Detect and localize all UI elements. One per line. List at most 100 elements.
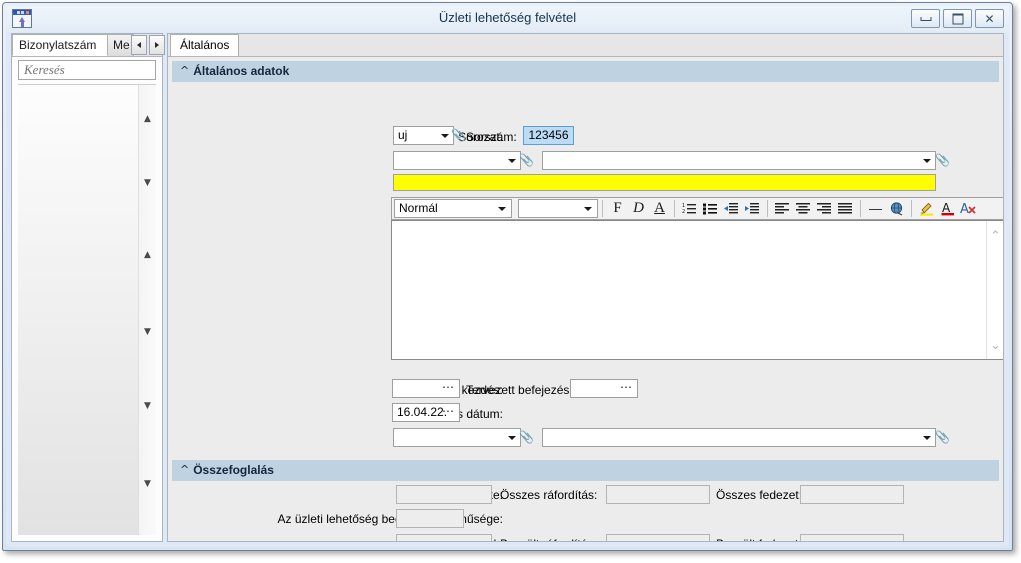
decrease-indent-icon[interactable]: [721, 199, 742, 219]
attachment-clip-icon-temaszam[interactable]: 📎: [519, 429, 534, 446]
search-input[interactable]: [19, 61, 155, 79]
sidebar-scrollbar[interactable]: ▲ ▼ ▲ ▼ ▼ ▼: [138, 85, 156, 535]
field-megrendelo-name[interactable]: [542, 151, 936, 170]
field-tervezett-kezdes[interactable]: ⋯: [392, 379, 460, 398]
svg-text:A: A: [942, 201, 951, 215]
tab-next-button[interactable]: [149, 35, 165, 55]
italic-icon[interactable]: D: [628, 199, 649, 219]
align-justify-icon[interactable]: [835, 199, 856, 219]
label-becsult-raforditas: Becsült ráfordítás:: [500, 537, 597, 541]
clear-formatting-icon[interactable]: A: [958, 199, 979, 219]
editor-scrollbar[interactable]: ⌃ ⌄: [986, 221, 1003, 359]
field-nev[interactable]: [393, 174, 936, 191]
value-rogzites-datum: 16.04.22.: [397, 405, 448, 419]
field-valoszinuseg[interactable]: [396, 509, 464, 528]
highlight-color-icon[interactable]: [916, 199, 937, 219]
tab-altalanos[interactable]: Általános: [170, 34, 240, 56]
collapse-chevron-icon: ^: [180, 463, 190, 476]
chevron-down-icon[interactable]: [584, 206, 592, 211]
align-left-icon[interactable]: [772, 199, 793, 219]
close-icon: ✕: [984, 11, 995, 26]
chevron-down-icon[interactable]: [508, 158, 516, 163]
section-header-general[interactable]: ^ Általános adatok: [172, 61, 999, 82]
toolbar-separator: [674, 200, 675, 217]
sidebar-tab-me[interactable]: Me: [106, 34, 134, 56]
editor-toolbar: Normál F D A 1 2 — A A: [391, 197, 1003, 220]
label-becsult-fedezet: Becsült fedezet:: [716, 537, 801, 541]
field-megrendelo-code[interactable]: [393, 151, 521, 170]
chevron-right-icon: [155, 42, 159, 48]
field-osszes-fedezet[interactable]: [800, 485, 904, 504]
sidebar-list[interactable]: ▲ ▼ ▲ ▼ ▼ ▼: [18, 84, 156, 535]
align-center-icon[interactable]: [793, 199, 814, 219]
field-temaszam-name[interactable]: [542, 428, 936, 447]
scroll-marker-icon-3[interactable]: ▼: [142, 328, 153, 337]
section-title-general: Általános adatok: [193, 64, 290, 78]
section-title-summary: Összefoglalás: [193, 463, 274, 477]
sidebar-tab-nav: [131, 35, 165, 55]
field-rogzites-datum[interactable]: 16.04.22. ⋯: [392, 403, 460, 422]
close-button[interactable]: ✕: [975, 9, 1004, 28]
field-tervezett-befejezes[interactable]: ⋯: [570, 379, 638, 398]
underline-icon[interactable]: A: [649, 199, 670, 219]
tab-prev-button[interactable]: [131, 35, 147, 55]
value-sorozat: uj: [398, 128, 408, 142]
scroll-down-icon[interactable]: ▼: [142, 480, 153, 489]
chevron-down-icon[interactable]: [508, 435, 516, 440]
attachment-clip-icon-megrendelo2[interactable]: 📎: [935, 152, 950, 169]
bold-icon[interactable]: F: [607, 199, 628, 219]
font-name-combo[interactable]: [518, 199, 598, 218]
field-ajanlat-erteke[interactable]: [396, 485, 492, 504]
scroll-up-icon[interactable]: ▲: [142, 115, 153, 124]
scroll-marker-icon-1[interactable]: ▼: [142, 179, 153, 188]
chevron-down-icon[interactable]: ⌄: [990, 338, 1001, 353]
bulleted-list-icon[interactable]: [700, 199, 721, 219]
label-tervezett-befejezes: Tervezett befejezés:: [466, 383, 573, 397]
horizontal-rule-icon[interactable]: —: [865, 199, 886, 219]
description-editor[interactable]: ⌃ ⌄: [391, 220, 1003, 360]
section-header-summary[interactable]: ^ Összefoglalás: [172, 460, 999, 481]
field-osszes-raforditas[interactable]: [606, 485, 710, 504]
field-temaszam-code[interactable]: [393, 428, 521, 447]
field-becsult-ertek[interactable]: [396, 534, 492, 541]
toolbar-separator: [860, 200, 861, 217]
chevron-down-icon[interactable]: [923, 158, 931, 163]
content-tabstrip: Általános: [168, 34, 1003, 57]
hyperlink-globe-icon[interactable]: [886, 199, 907, 219]
sidebar-tab-bizonylatszam[interactable]: Bizonylatszám: [12, 34, 108, 56]
window-title: Üzleti lehetőség felvétel: [438, 10, 577, 25]
scroll-marker-icon-4[interactable]: ▼: [142, 402, 153, 411]
maximize-button[interactable]: [943, 9, 972, 28]
scroll-marker-icon-2[interactable]: ▲: [142, 251, 153, 260]
minimize-button[interactable]: [911, 9, 940, 28]
align-right-icon[interactable]: [814, 199, 835, 219]
chevron-left-icon: [137, 42, 141, 48]
chevron-down-icon[interactable]: [441, 133, 449, 138]
attachment-clip-icon-megrendelo[interactable]: 📎: [519, 152, 534, 169]
increase-indent-icon[interactable]: [742, 199, 763, 219]
paragraph-style-combo[interactable]: Normál: [394, 199, 512, 218]
window-controls: ✕: [911, 9, 1004, 28]
search-input-wrapper[interactable]: [18, 60, 156, 80]
window-inner: Üzleti lehetőség felvétel ✕ Bizonylatszá…: [6, 6, 1009, 547]
application-window: Üzleti lehetőség felvétel ✕ Bizonylatszá…: [2, 2, 1013, 551]
field-becsult-raforditas[interactable]: [606, 534, 710, 541]
form-pane: ^ Általános adatok Sorozat: uj 📎 Sorszám:…: [168, 57, 1003, 541]
date-picker-ellipsis-icon[interactable]: ⋯: [442, 380, 455, 395]
date-picker-ellipsis-icon[interactable]: ⋯: [620, 380, 633, 395]
attachment-clip-icon-temaszam2[interactable]: 📎: [935, 429, 950, 446]
svg-text:A: A: [960, 202, 969, 216]
font-color-icon[interactable]: A: [937, 199, 958, 219]
date-picker-ellipsis-icon[interactable]: ⋯: [442, 404, 455, 419]
chevron-up-icon[interactable]: ⌃: [990, 229, 1001, 244]
label-osszes-raforditas: Összes ráfordítás:: [500, 488, 598, 502]
field-sorozat[interactable]: uj: [393, 126, 454, 145]
attachment-clip-icon-sorozat[interactable]: 📎: [451, 127, 466, 144]
field-sorszam[interactable]: 123456: [523, 126, 574, 145]
numbered-list-icon[interactable]: 1 2: [679, 199, 700, 219]
value-paragraph-style: Normál: [399, 201, 438, 215]
chevron-down-icon[interactable]: [923, 435, 931, 440]
chevron-down-icon[interactable]: [498, 206, 506, 211]
title-bar[interactable]: Üzleti lehetőség felvétel ✕: [6, 6, 1009, 32]
field-becsult-fedezet[interactable]: [800, 534, 904, 541]
